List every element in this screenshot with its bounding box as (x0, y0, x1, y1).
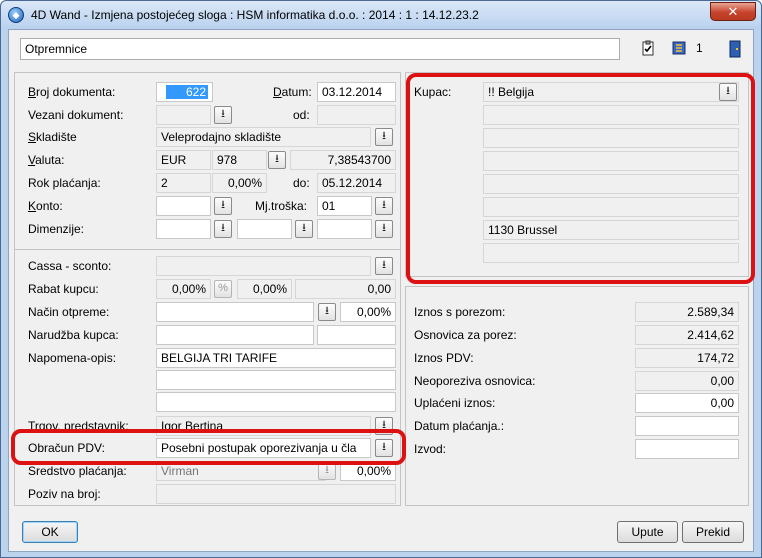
od-label: od: (293, 108, 310, 122)
valuta-number-input[interactable]: 978 (212, 150, 267, 170)
skladiste-dropdown[interactable] (375, 128, 393, 146)
valuta-label: Valuta: (28, 153, 65, 167)
clipboard-check-icon[interactable] (640, 40, 656, 56)
mj-troska-dropdown[interactable] (375, 197, 393, 215)
datum-placanja-label: Datum plaćanja.: (414, 419, 505, 433)
prekid-button[interactable]: Prekid (682, 521, 744, 543)
iznos-pdv-value: 174,72 (635, 348, 739, 368)
do-label: do: (293, 176, 310, 190)
rabat-kupcu-label: Rabat kupcu: (28, 282, 99, 296)
dimenzija-2-dropdown[interactable] (295, 220, 313, 238)
app-window: ◆ 4D Wand - Izmjena postojećeg sloga : H… (0, 0, 762, 558)
iznos-pdv-label: Iznos PDV: (414, 351, 474, 365)
app-logo-icon: ◆ (8, 7, 24, 23)
percent-icon[interactable] (214, 280, 232, 298)
osnovica-za-porez-label: Osnovica za porez: (414, 328, 517, 342)
rabat-kupcu-2-input[interactable]: 0,00% (237, 279, 292, 299)
napomena-opis-label: Napomena-opis: (28, 351, 117, 365)
od-input[interactable] (317, 105, 396, 125)
valuta-rate-input[interactable]: 7,38543700 (290, 150, 396, 170)
skladiste-input[interactable]: Veleprodajno skladište (156, 127, 371, 147)
konto-input[interactable] (156, 196, 211, 216)
cassa-sconto-dropdown[interactable] (375, 257, 393, 275)
napomena-line-1-input[interactable]: BELGIJA TRI TARIFE (156, 348, 396, 368)
broj-dokumenta-label: Broj dokumenta: (28, 85, 116, 99)
dimenzija-1-dropdown[interactable] (214, 220, 232, 238)
nacin-otpreme-percent-input[interactable]: 0,00% (340, 302, 396, 322)
valuta-code-input[interactable]: EUR (156, 150, 211, 170)
uplaceni-iznos-label: Uplaćeni iznos: (414, 396, 496, 410)
skladiste-label: Skladište (28, 130, 77, 144)
uplaceni-iznos-input[interactable]: 0,00 (635, 393, 739, 413)
document-panel: Broj dokumenta: 622 Datum: 03.12.2014 Ve… (14, 72, 401, 271)
napomena-line-3-input[interactable] (156, 392, 396, 412)
nacin-otpreme-dropdown[interactable] (318, 303, 336, 321)
konto-label: Konto: (28, 199, 63, 213)
poziv-na-broj-label: Poziv na broj: (28, 487, 101, 501)
valuta-dropdown[interactable] (268, 151, 286, 169)
dimenzije-label: Dimenzije: (28, 222, 85, 236)
osnovica-za-porez-value: 2.414,62 (635, 325, 739, 345)
mj-troska-input[interactable]: 01 (317, 196, 372, 216)
datum-label: Datum: (273, 85, 312, 99)
izvod-label: Izvod: (414, 442, 447, 456)
narudzba-kupca-label: Narudžba kupca: (28, 328, 119, 342)
sredstvo-placanja-label: Sredstvo plaćanja: (28, 464, 127, 478)
poziv-na-broj-input[interactable] (156, 484, 396, 504)
dimenzija-1-input[interactable] (156, 219, 211, 239)
vezani-dokument-input[interactable] (156, 105, 211, 125)
napomena-line-2-input[interactable] (156, 370, 396, 390)
rok-placanja-label: Rok plaćanja: (28, 176, 101, 190)
neoporeziva-osnovica-label: Neoporeziva osnovica: (414, 374, 536, 388)
neoporeziva-osnovica-value: 0,00 (635, 371, 739, 391)
obracun-pdv-highlight (11, 429, 406, 465)
izvod-input[interactable] (635, 439, 739, 459)
rabat-kupcu-1-input[interactable]: 0,00% (156, 279, 211, 299)
mj-troska-label: Mj.troška: (255, 199, 308, 213)
datum-placanja-input[interactable] (635, 416, 739, 436)
narudzba-kupca-date-input[interactable] (317, 325, 396, 345)
iznos-s-porezom-value: 2.589,34 (635, 302, 739, 322)
datum-input[interactable]: 03.12.2014 (317, 82, 396, 102)
do-input[interactable]: 05.12.2014 (317, 173, 396, 193)
cassa-sconto-label: Cassa - sconto: (28, 259, 112, 273)
vezani-dokument-dropdown[interactable] (214, 106, 232, 124)
form-client-area: Otpremnice 1 Broj dokumenta: 622 Datum: … (8, 29, 755, 552)
exit-door-icon[interactable] (727, 40, 743, 58)
cassa-sconto-input[interactable] (156, 256, 371, 276)
kupac-highlight (406, 73, 755, 284)
toolbar: Otpremnice 1 (20, 37, 745, 61)
iznos-s-porezom-label: Iznos s porezom: (414, 305, 506, 319)
title-bar[interactable]: ◆ 4D Wand - Izmjena postojećeg sloga : H… (1, 1, 761, 29)
rabat-kupcu-3-input[interactable]: 0,00 (295, 279, 396, 299)
nacin-otpreme-input[interactable] (156, 302, 314, 322)
rok-placanja-percent-input[interactable]: 0,00% (212, 173, 267, 193)
upute-button[interactable]: Upute (617, 521, 678, 543)
form-title: Otpremnice (20, 38, 620, 60)
dimenzija-2-input[interactable] (237, 219, 292, 239)
record-navigator-icon[interactable] (671, 40, 687, 56)
close-button[interactable]: ✕ (710, 2, 756, 21)
window-title: 4D Wand - Izmjena postojećeg sloga : HSM… (31, 8, 479, 22)
record-number: 1 (696, 41, 703, 55)
broj-dokumenta-input[interactable]: 622 (156, 82, 213, 102)
options-panel: Cassa - sconto: Rabat kupcu: 0,00% 0,00%… (14, 249, 401, 506)
ok-button[interactable]: OK (22, 521, 78, 543)
vezani-dokument-label: Vezani dokument: (28, 108, 124, 122)
nacin-otpreme-label: Način otpreme: (28, 305, 110, 319)
rok-placanja-days-input[interactable]: 2 (156, 173, 211, 193)
narudzba-kupca-input[interactable] (156, 325, 314, 345)
dimenzija-3-dropdown[interactable] (375, 220, 393, 238)
konto-dropdown[interactable] (214, 197, 232, 215)
dimenzija-3-input[interactable] (317, 219, 372, 239)
totals-panel: Iznos s porezom: 2.589,34 Osnovica za po… (405, 286, 749, 506)
